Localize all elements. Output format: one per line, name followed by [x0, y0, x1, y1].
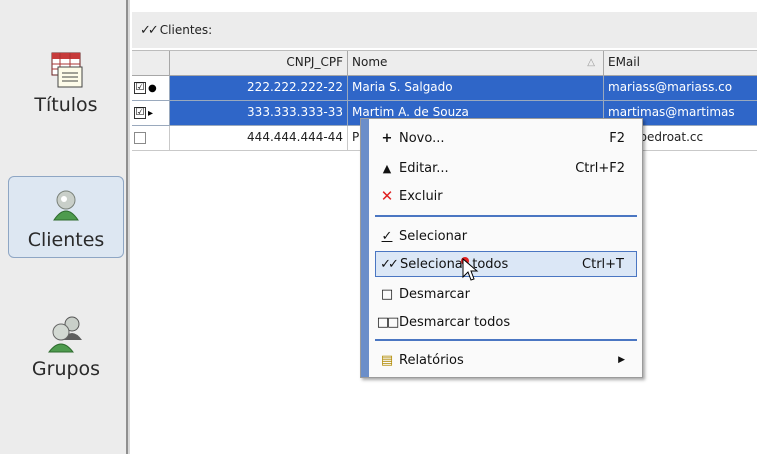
sidebar-item-titulos[interactable]: Títulos [8, 42, 124, 122]
sidebar-item-grupos[interactable]: Grupos [8, 306, 124, 386]
menu-item-selecionar[interactable]: ✓ Selecionar [375, 223, 637, 249]
sidebar: Títulos Clientes Grupos [0, 0, 126, 454]
row-selector[interactable]: ☑ ● [132, 76, 170, 100]
groups-icon [46, 312, 86, 356]
select-column-header[interactable] [132, 51, 170, 75]
panel-header: ✓✓ Clientes: [132, 12, 757, 48]
cell-cnpj: 444.444.444-44 [170, 126, 348, 150]
menu-item-label: Editar... [399, 160, 449, 176]
row-indicator-icon: ● [148, 82, 157, 94]
sidebar-item-label: Clientes [27, 229, 105, 251]
row-selector[interactable]: ☑ ▸ [132, 101, 170, 125]
column-header-nome[interactable]: Nome △ [348, 51, 604, 75]
edit-triangle-icon: ▲ [382, 161, 392, 175]
row-checkbox[interactable]: ☑ [134, 82, 146, 94]
check-icon: ✓ [381, 228, 393, 244]
menu-item-desmarcar-todos[interactable]: □□ Desmarcar todos [375, 309, 637, 335]
table-row[interactable]: ☑ ● 222.222.222-22 Maria S. Salgado mari… [132, 76, 757, 101]
double-check-icon: ✓✓ [380, 256, 399, 272]
menu-item-label: Relatórios [399, 352, 464, 368]
menu-item-label: Selecionar todos [400, 256, 509, 272]
menu-shortcut: Ctrl+F2 [575, 160, 625, 176]
delete-x-icon: ✕ [380, 187, 394, 205]
empty-box-icon: □ [380, 286, 394, 302]
submenu-arrow-icon: ▶ [618, 355, 625, 365]
menu-item-label: Novo... [399, 130, 445, 146]
menu-item-selecionar-todos[interactable]: ✓✓ Selecionar todos Ctrl+T [375, 251, 637, 277]
clients-icon [46, 183, 86, 227]
cell-cnpj: 222.222.222-22 [170, 76, 348, 100]
sidebar-item-label: Títulos [34, 94, 98, 116]
cell-nome: Maria S. Salgado [348, 76, 604, 100]
table-header: CNPJ_CPF Nome △ EMail [132, 50, 757, 76]
menu-item-editar[interactable]: ▲ Editar... Ctrl+F2 [375, 155, 637, 181]
double-empty-box-icon: □□ [376, 314, 400, 330]
column-header-email[interactable]: EMail [604, 51, 757, 75]
cell-cnpj: 333.333.333-33 [170, 101, 348, 125]
row-current-icon: ▸ [148, 107, 154, 119]
menu-item-label: Selecionar [399, 228, 468, 244]
row-checkbox[interactable] [134, 132, 146, 144]
menu-item-relatorios[interactable]: ▤ Relatórios ▶ [375, 347, 637, 373]
menu-item-label: Desmarcar [399, 286, 470, 302]
cell-email: mariass@mariass.co [608, 80, 733, 94]
menu-item-novo[interactable]: + Novo... F2 [375, 125, 637, 151]
double-check-icon: ✓✓ [140, 22, 159, 38]
report-icon: ▤ [380, 352, 394, 368]
plus-icon: + [381, 130, 393, 146]
context-menu: + Novo... F2 ▲ Editar... Ctrl+F2 ✕ Exclu… [360, 118, 643, 378]
menu-separator [375, 215, 637, 217]
row-selector[interactable] [132, 126, 170, 150]
menu-shortcut: F2 [609, 130, 625, 146]
sort-arrow-icon: △ [587, 57, 595, 68]
menu-separator [375, 339, 637, 341]
titles-icon [46, 48, 86, 92]
menu-side-strip [361, 119, 369, 377]
menu-item-label: Desmarcar todos [399, 314, 511, 330]
column-header-cnpj[interactable]: CNPJ_CPF [170, 51, 348, 75]
panel-title: Clientes: [159, 23, 213, 37]
menu-item-excluir[interactable]: ✕ Excluir [375, 183, 637, 209]
menu-item-desmarcar[interactable]: □ Desmarcar [375, 281, 637, 307]
mouse-pointer-icon [461, 257, 479, 281]
sidebar-item-label: Grupos [31, 358, 101, 380]
sidebar-item-clientes[interactable]: Clientes [8, 176, 124, 258]
splitter[interactable] [126, 0, 130, 454]
column-header-label: Nome [352, 55, 388, 69]
row-checkbox[interactable]: ☑ [134, 107, 146, 119]
menu-item-label: Excluir [399, 188, 443, 204]
menu-shortcut: Ctrl+T [582, 256, 624, 272]
